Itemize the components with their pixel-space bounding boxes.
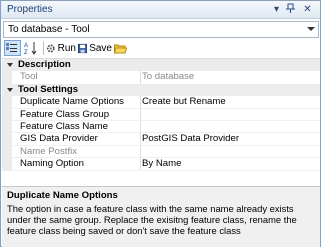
- property-value[interactable]: PostGIS Data Provider: [142, 133, 239, 145]
- open-folder-button[interactable]: [114, 40, 128, 56]
- description-title: Duplicate Name Options: [7, 190, 118, 201]
- categorized-icon: [6, 43, 17, 52]
- property-value: To database: [142, 71, 195, 83]
- collapse-triangle-icon[interactable]: [7, 63, 13, 67]
- gear-icon: [46, 44, 55, 52]
- toolbar: A Z Run Save: [2, 39, 320, 57]
- description-pane: Duplicate Name Options The option in cas…: [2, 186, 320, 247]
- panel-title: Properties: [7, 4, 53, 15]
- sort-az-icon: A Z: [24, 42, 37, 55]
- folder-icon: [114, 44, 127, 53]
- object-selector-combo[interactable]: To database - Tool: [3, 21, 319, 38]
- property-row-name-postfix[interactable]: Name Postfix: [2, 145, 320, 159]
- category-tool-settings[interactable]: Tool Settings: [2, 83, 320, 97]
- svg-text:Z: Z: [24, 50, 28, 55]
- property-row-gis-data-provider[interactable]: GIS Data Provider PostGIS Data Provider: [2, 133, 320, 146]
- property-name: Feature Class Name: [20, 121, 108, 132]
- property-row-feature-class-name[interactable]: Feature Class Name: [2, 121, 320, 134]
- property-name: Naming Option: [20, 158, 84, 170]
- dropdown-icon[interactable]: ▾: [270, 3, 283, 16]
- category-description[interactable]: Description: [2, 59, 320, 72]
- property-name: Duplicate Name Options: [20, 96, 124, 108]
- property-grid: Description Tool To database Tool Settin…: [2, 58, 320, 183]
- run-label: Run: [57, 42, 76, 54]
- toolbar-separator: [43, 41, 44, 55]
- property-name: Tool: [20, 71, 38, 83]
- categorized-view-button[interactable]: [4, 40, 21, 56]
- properties-panel: Properties ▾ ✕ To database - Tool A Z Ru…: [0, 0, 321, 247]
- description-text: The option in case a feature class with …: [7, 203, 297, 236]
- save-button[interactable]: Save: [78, 40, 112, 56]
- property-value[interactable]: By Name: [142, 158, 181, 170]
- chevron-down-icon[interactable]: [307, 27, 315, 31]
- property-row-duplicate-name-options[interactable]: Duplicate Name Options Create but Rename: [2, 96, 320, 109]
- save-icon: [78, 43, 88, 53]
- property-name: Name Postfix: [20, 145, 78, 157]
- property-value[interactable]: Create but Rename: [142, 96, 226, 108]
- pin-icon[interactable]: [284, 3, 297, 16]
- svg-text:A: A: [24, 43, 28, 49]
- alphabetical-view-button[interactable]: A Z: [24, 40, 40, 56]
- run-button[interactable]: Run: [46, 40, 76, 56]
- property-name: Feature Class Group: [20, 108, 110, 120]
- save-label: Save: [89, 42, 112, 54]
- close-icon[interactable]: ✕: [301, 3, 314, 16]
- object-selector-value: To database - Tool: [8, 24, 90, 35]
- property-row-tool[interactable]: Tool To database: [2, 71, 320, 84]
- property-row-feature-class-group[interactable]: Feature Class Group: [2, 108, 320, 121]
- property-name: GIS Data Provider: [20, 133, 98, 145]
- collapse-triangle-icon[interactable]: [7, 87, 13, 92]
- panel-titlebar: Properties ▾ ✕: [1, 1, 320, 19]
- property-row-naming-option[interactable]: Naming Option By Name: [2, 158, 320, 171]
